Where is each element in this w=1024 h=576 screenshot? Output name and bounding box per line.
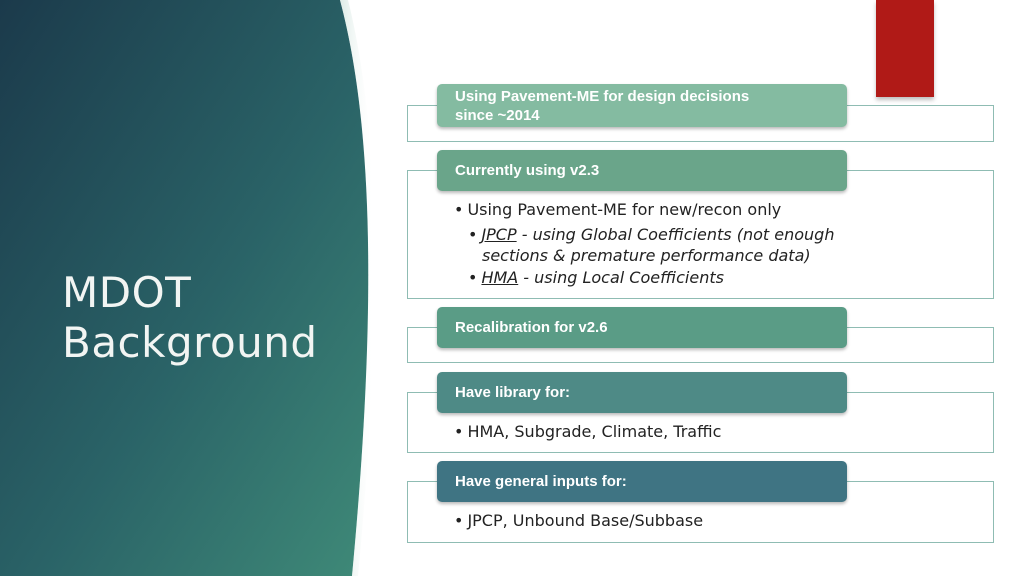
bullet-icon: • — [454, 200, 464, 219]
section-1-heading-line1: Using Pavement-ME for design decisions — [455, 87, 750, 105]
section-5-header: Have general inputs for: — [437, 461, 847, 502]
section-2-sub-bullet-2: • HMA - using Local Coefficients — [468, 267, 888, 288]
slide-title-line1: MDOT — [62, 268, 192, 317]
section-4-bullet: • HMA, Subgrade, Climate, Traffic — [454, 422, 721, 441]
section-5-bullet: • JPCP, Unbound Base/Subbase — [454, 511, 703, 530]
section-5-bullet-text: JPCP, Unbound Base/Subbase — [467, 511, 704, 530]
jpcp-description-line1: - using Global Coefficients (not enough — [516, 225, 835, 244]
section-4-heading: Have library for: — [455, 384, 571, 401]
section-3-heading: Recalibration for v2.6 — [455, 319, 608, 336]
section-4-bullet-text: HMA, Subgrade, Climate, Traffic — [467, 422, 722, 441]
section-2-heading: Currently using v2.3 — [455, 162, 600, 179]
slide-title-line2: Background — [62, 318, 318, 367]
slide-title: MDOT Background — [62, 268, 362, 368]
jpcp-term: JPCP — [481, 225, 517, 244]
section-4-header: Have library for: — [437, 372, 847, 413]
bullet-icon: • — [468, 225, 478, 244]
section-1-header: Using Pavement-ME for design decisions s… — [437, 84, 847, 127]
hma-description: - using Local Coefficients — [518, 268, 724, 287]
section-5-heading: Have general inputs for: — [455, 473, 627, 490]
section-3-header: Recalibration for v2.6 — [437, 307, 847, 348]
bullet-icon: • — [454, 511, 464, 530]
accent-bar — [876, 0, 934, 97]
jpcp-description-line2: sections & premature performance data) — [482, 246, 811, 265]
bullet-icon: • — [468, 268, 478, 287]
section-2-bullet: • Using Pavement-ME for new/recon only — [454, 200, 781, 219]
bullet-icon: • — [454, 422, 464, 441]
section-2-header: Currently using v2.3 — [437, 150, 847, 191]
section-2-sub-bullet-1: • JPCP - using Global Coefficients (not e… — [468, 224, 888, 266]
section-1-heading-line2: since ~2014 — [455, 106, 540, 124]
hma-term: HMA — [481, 268, 519, 287]
section-2-bullet-text: Using Pavement-ME for new/recon only — [467, 200, 782, 219]
